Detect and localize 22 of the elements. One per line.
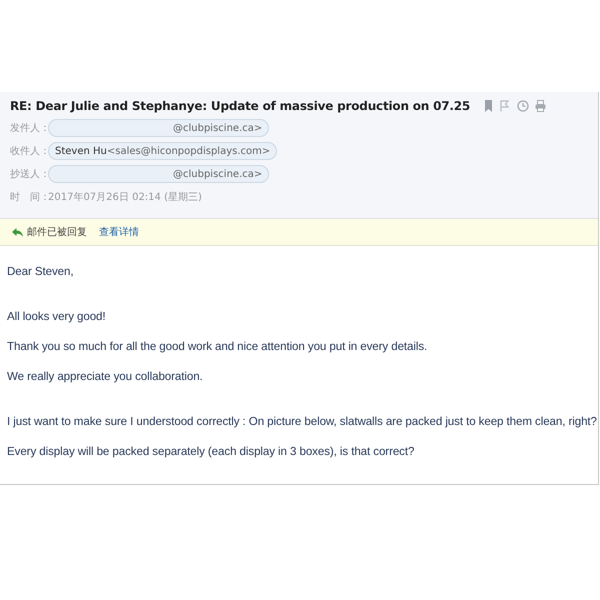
- details-link[interactable]: 查看详情: [99, 225, 139, 239]
- bookmark-icon[interactable]: [484, 100, 494, 112]
- body-paragraph: Thank you so much for all the good work and nice attention you put in every details.: [7, 339, 428, 354]
- flag-icon[interactable]: [499, 100, 512, 112]
- recipient-chip[interactable]: @clubpiscine.ca>: [48, 165, 270, 183]
- field-label: 收件人：: [10, 145, 48, 158]
- clock-icon[interactable]: [517, 100, 530, 112]
- body-paragraph: All looks very good!: [7, 309, 107, 324]
- recipient-chip[interactable]: @clubpiscine.ca>: [48, 119, 270, 137]
- notice-text: 邮件已被回复: [27, 226, 87, 239]
- field-label: 抄送人：: [10, 168, 48, 181]
- field-label: 发件人：: [10, 122, 48, 135]
- field-label: 时 间：: [10, 190, 48, 204]
- body-paragraph: Dear Steven,: [7, 264, 74, 279]
- body-paragraph: I just want to make sure I understood correctly : On picture below, slatwalls are packed just to keep them clean, right?: [7, 414, 598, 429]
- body-paragraph: We really appreciate you collaboration.: [7, 369, 204, 384]
- print-icon[interactable]: [535, 100, 546, 112]
- date-value: 2017年07月26日 02:14 (星期三): [48, 190, 202, 204]
- body-paragraph: Every display will be packed separately (each display in 3 boxes), is that correct?: [7, 444, 416, 459]
- mail-subject: RE: Dear Julie and Stephanye: Update of massive production on 07.25: [10, 99, 470, 113]
- reply-arrow-icon: [12, 228, 23, 236]
- recipient-chip[interactable]: Steven Hu<sales@hiconpopdisplays.com>: [48, 142, 278, 160]
